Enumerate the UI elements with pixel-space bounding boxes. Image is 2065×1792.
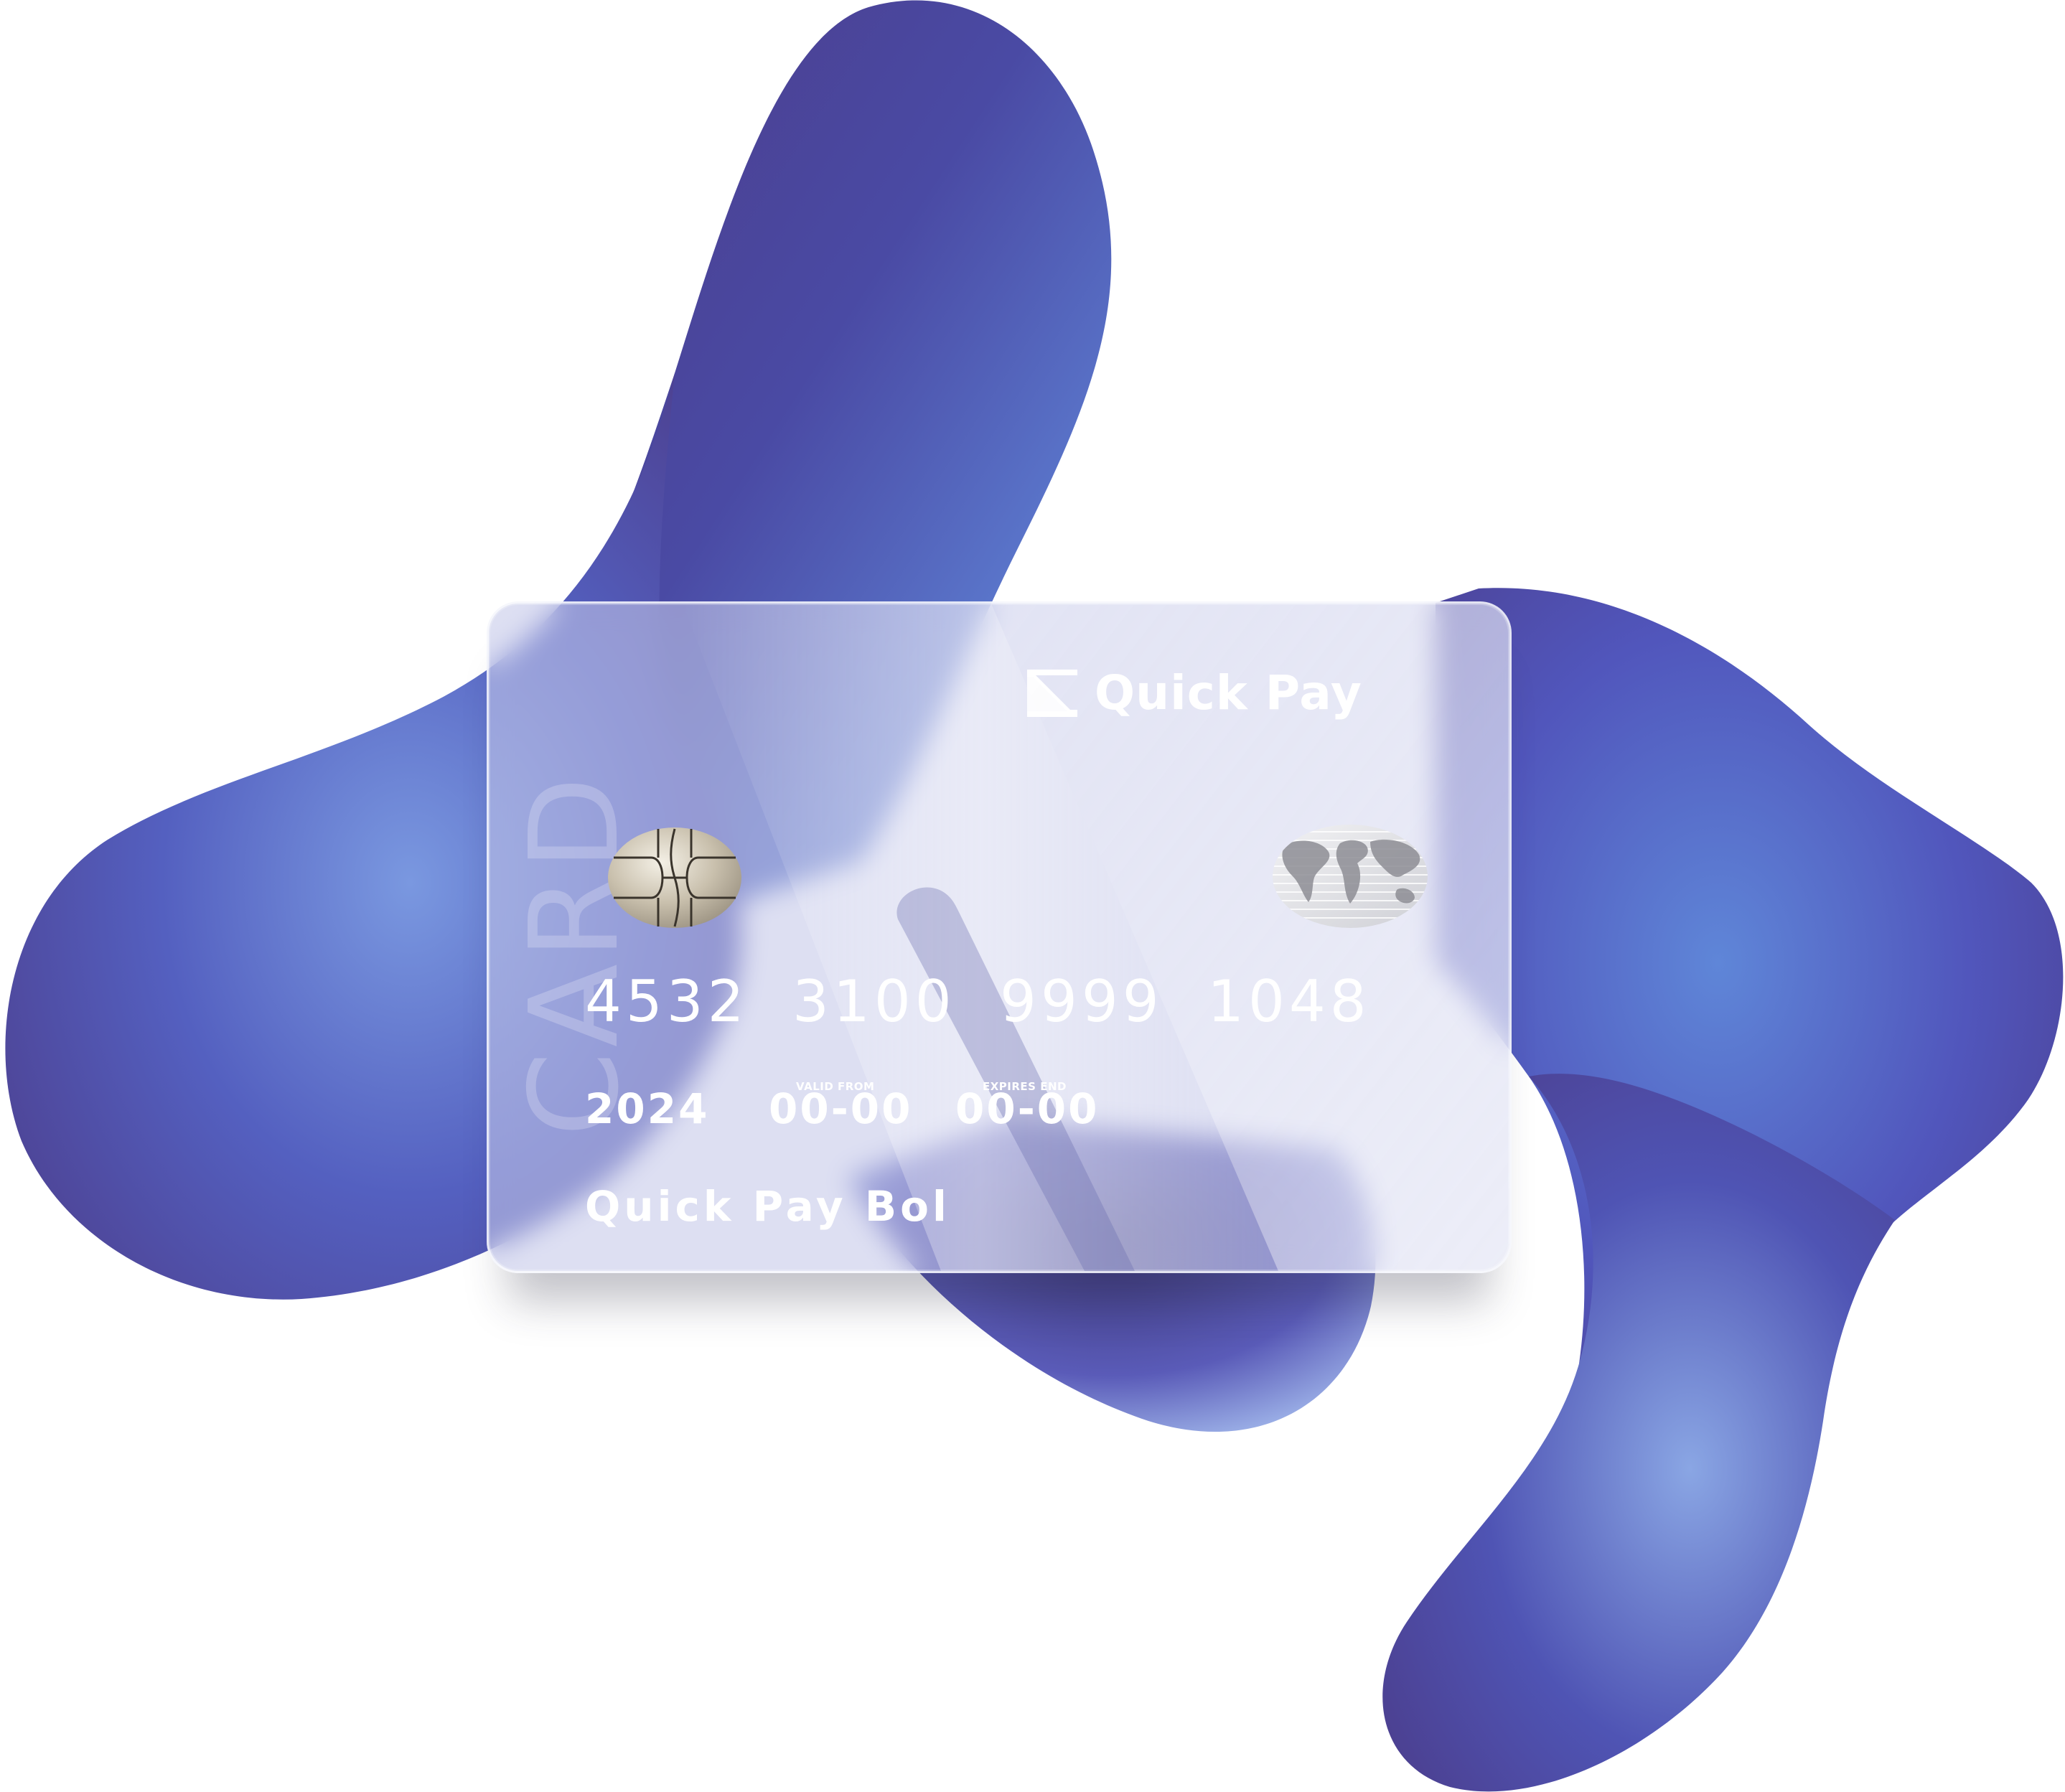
- valid-from-date: 00-00: [769, 1084, 913, 1133]
- credit-card: Quick Pay CARD 4532 3100 9999 1048 2024 …: [487, 601, 1512, 1273]
- world-map-hologram-icon: [1273, 825, 1428, 928]
- card-holder-name: Quick Pay Bol: [585, 1182, 950, 1231]
- expires-end-date: 00-00: [955, 1084, 1100, 1133]
- scene: Quick Pay CARD 4532 3100 9999 1048 2024 …: [0, 0, 2065, 1792]
- quick-pay-logo-icon: [1027, 670, 1077, 717]
- card-number: 4532 3100 9999 1048: [585, 968, 1371, 1035]
- brand-name: Quick Pay: [1095, 665, 1362, 721]
- emv-chip-icon: [608, 827, 741, 928]
- card-year: 2024: [585, 1084, 710, 1133]
